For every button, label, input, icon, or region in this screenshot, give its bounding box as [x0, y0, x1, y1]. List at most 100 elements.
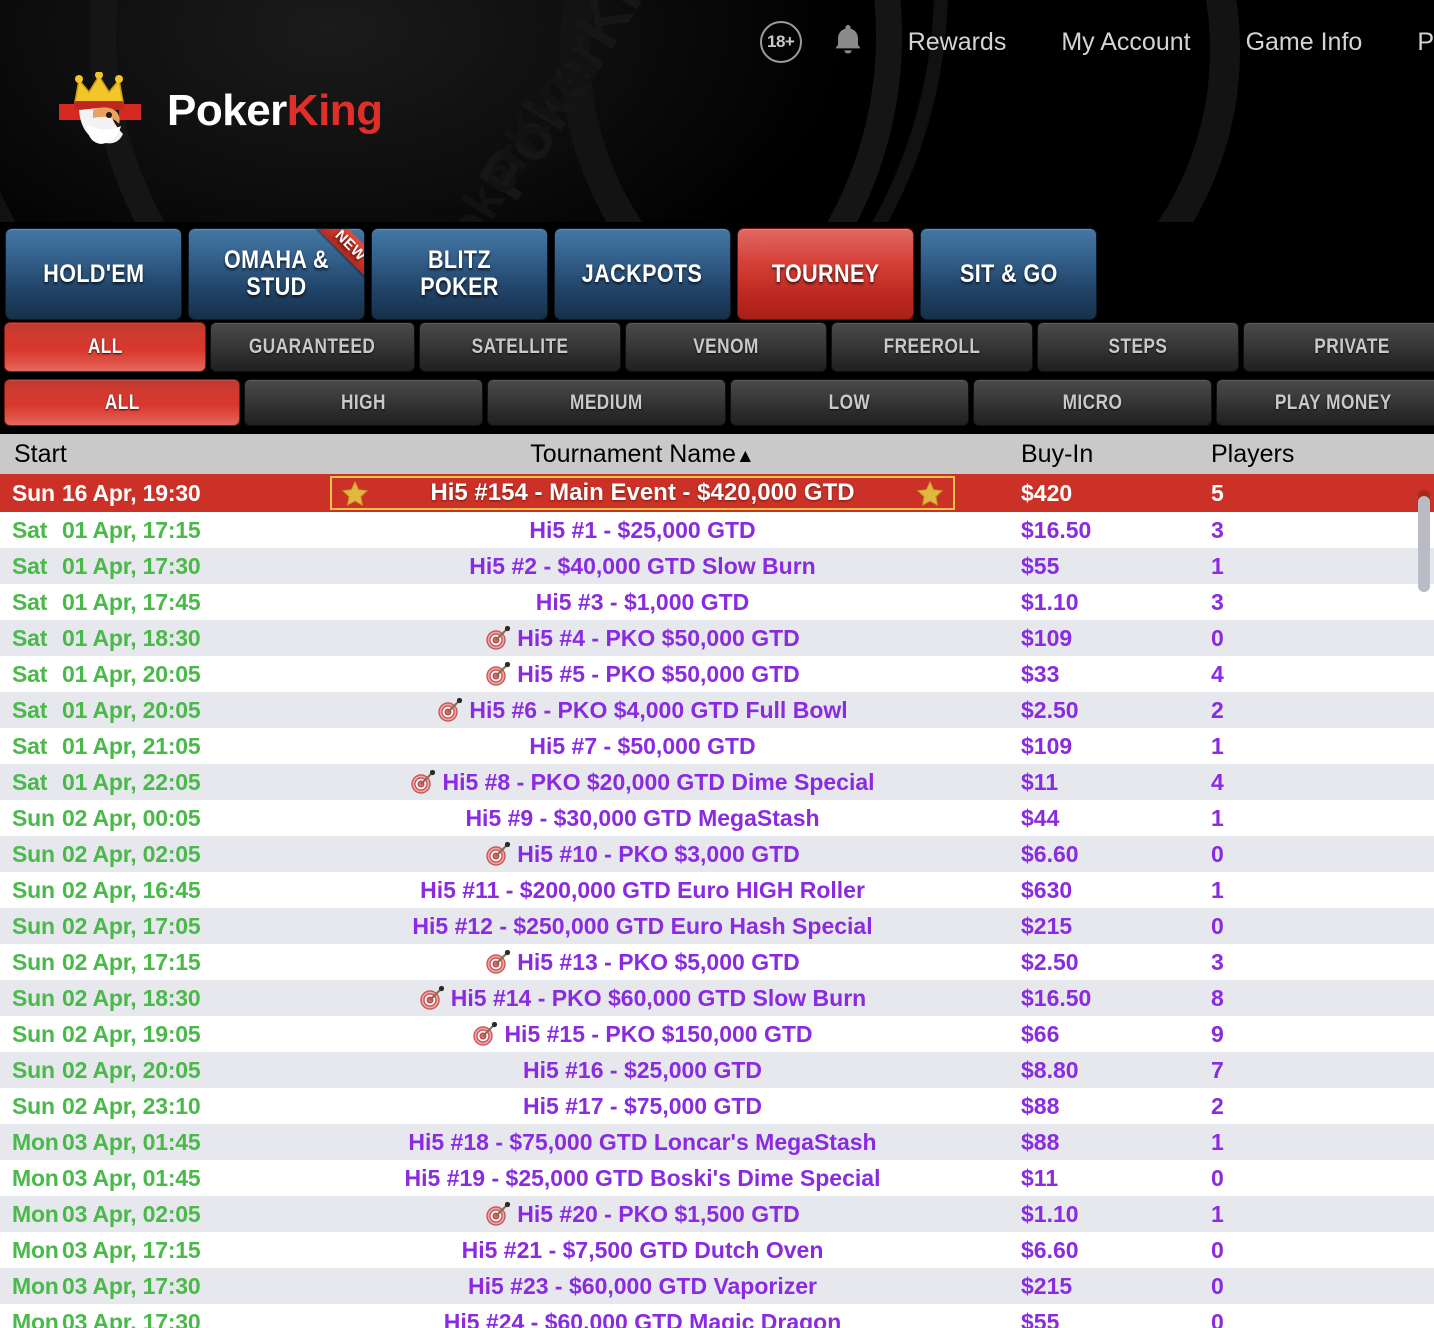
filter-steps[interactable]: STEPS [1037, 322, 1239, 372]
table-row[interactable]: Mon 03 Apr, 01:45 Hi5 #19 - $25,000 GTD Bo… [0, 1160, 1434, 1196]
star-icon [916, 480, 944, 506]
column-header-label: Tournament Name [530, 439, 736, 468]
table-row[interactable]: Sun 02 Apr, 02:05 Hi5 #10 - PKO $3,000 GTD… [0, 836, 1434, 872]
cell-players: 7 [1211, 1056, 1224, 1083]
cell-start: Mon 03 Apr, 02:05 [0, 1201, 280, 1228]
table-row[interactable]: Mon 03 Apr, 17:30 Hi5 #23 - $60,000 GTD Va… [0, 1268, 1434, 1304]
cell-start-date: 02 Apr, 18:30 [62, 984, 201, 1011]
column-header-buyin[interactable]: Buy-In [1005, 440, 1205, 469]
filter-private[interactable]: PRIVATE [1243, 322, 1434, 372]
tournament-name-label: Hi5 #24 - $60,000 GTD Magic Dragon [443, 1308, 842, 1328]
nav-link-my-account[interactable]: My Account [1061, 28, 1190, 57]
cell-tournament-name: Hi5 #3 - $1,000 GTD [280, 589, 1005, 616]
cell-start-day: Sat [12, 768, 48, 795]
filter-all-stakes[interactable]: ALL [4, 379, 240, 426]
cell-buyin: $33 [1021, 660, 1060, 687]
filter-all-types[interactable]: ALL [4, 322, 206, 372]
table-row[interactable]: Mon 03 Apr, 17:30 Hi5 #24 - $60,000 GTD Ma… [0, 1304, 1434, 1328]
bell-icon[interactable] [832, 22, 864, 63]
cell-start-date: 03 Apr, 01:45 [62, 1164, 201, 1191]
tab-sit-and-go[interactable]: SIT & GO [920, 228, 1097, 320]
cell-start: Sun 02 Apr, 20:05 [0, 1057, 280, 1084]
table-row[interactable]: Sun 02 Apr, 23:10 Hi5 #17 - $75,000 GTD $88… [0, 1088, 1434, 1124]
cell-start: Sat 01 Apr, 17:30 [0, 553, 280, 580]
cell-start: Mon 03 Apr, 17:15 [0, 1237, 280, 1264]
table-row[interactable]: Sun 02 Apr, 16:45 Hi5 #11 - $200,000 GTD E… [0, 872, 1434, 908]
scrollbar-thumb[interactable] [1418, 496, 1430, 592]
tab-holdem[interactable]: HOLD'EM [5, 228, 182, 320]
cell-start-date: 02 Apr, 17:15 [62, 948, 201, 975]
table-row[interactable]: Sun 02 Apr, 20:05 Hi5 #16 - $25,000 GTD $8.… [0, 1052, 1434, 1088]
filter-guaranteed[interactable]: GUARANTEED [210, 322, 415, 372]
filter-low[interactable]: LOW [730, 379, 969, 426]
cell-players: 0 [1211, 840, 1224, 867]
table-row[interactable]: Sat 01 Apr, 17:30 Hi5 #2 - $40,000 GTD Slo… [0, 548, 1434, 584]
cell-start-day: Sun [12, 876, 55, 903]
table-row-featured[interactable]: Sun 16 Apr, 19:30 Hi5 #154 - Main Event - … [0, 474, 1434, 512]
table-row[interactable]: Sat 01 Apr, 18:30 Hi5 #4 - PKO $50,000 GTD… [0, 620, 1434, 656]
filter-high[interactable]: HIGH [244, 379, 483, 426]
tournament-name-label: Hi5 #6 - PKO $4,000 GTD Full Bowl [469, 696, 848, 723]
nav-link-rewards[interactable]: Rewards [908, 28, 1007, 57]
filter-freeroll[interactable]: FREEROLL [831, 322, 1033, 372]
table-row[interactable]: Sat 01 Apr, 17:45 Hi5 #3 - $1,000 GTD $1.10… [0, 584, 1434, 620]
cell-tournament-name: Hi5 #9 - $30,000 GTD MegaStash [280, 805, 1005, 832]
cell-tournament-name: Hi5 #1 - $25,000 GTD [280, 517, 1005, 544]
table-row[interactable]: Sun 02 Apr, 19:05 Hi5 #15 - PKO $150,000 G… [0, 1016, 1434, 1052]
tournament-name-label: Hi5 #1 - $25,000 GTD [529, 516, 756, 543]
filter-medium[interactable]: MEDIUM [487, 379, 726, 426]
filter-label: ALL [104, 390, 140, 414]
tournament-name-label: Hi5 #11 - $200,000 GTD Euro HIGH Roller [420, 876, 865, 903]
cell-start: Sun 16 Apr, 19:30 [0, 480, 280, 507]
tournament-name-label: Hi5 #4 - PKO $50,000 GTD [517, 624, 800, 651]
cell-start: Sat 01 Apr, 20:05 [0, 661, 280, 688]
table-row[interactable]: Sun 02 Apr, 17:15 Hi5 #13 - PKO $5,000 GTD… [0, 944, 1434, 980]
table-row[interactable]: Sat 01 Apr, 20:05 Hi5 #5 - PKO $50,000 GTD… [0, 656, 1434, 692]
cell-tournament-name: Hi5 #18 - $75,000 GTD Loncar's MegaStash [280, 1129, 1005, 1156]
filter-micro[interactable]: MICRO [973, 379, 1212, 426]
nav-link-promotions-clipped[interactable]: P [1417, 28, 1434, 57]
tab-tourney[interactable]: TOURNEY [737, 228, 914, 320]
filter-play-money[interactable]: PLAY MONEY [1216, 379, 1434, 426]
cell-start: Sat 01 Apr, 21:05 [0, 733, 280, 760]
table-row[interactable]: Sun 02 Apr, 18:30 Hi5 #14 - PKO $60,000 GT… [0, 980, 1434, 1016]
cell-players: 4 [1211, 768, 1224, 795]
filter-label: LOW [828, 390, 871, 414]
cell-start-date: 02 Apr, 02:05 [62, 840, 201, 867]
table-row[interactable]: Sun 02 Apr, 17:05 Hi5 #12 - $250,000 GTD E… [0, 908, 1434, 944]
table-row[interactable]: Mon 03 Apr, 01:45 Hi5 #18 - $75,000 GTD Lo… [0, 1124, 1434, 1160]
cell-start: Sun 02 Apr, 16:45 [0, 877, 280, 904]
table-row[interactable]: Mon 03 Apr, 02:05 Hi5 #20 - PKO $1,500 GTD… [0, 1196, 1434, 1232]
pokerking-logo[interactable]: PokerKing [57, 71, 383, 146]
tab-jackpots[interactable]: JACKPOTS [554, 228, 731, 320]
table-row[interactable]: Mon 03 Apr, 17:15 Hi5 #21 - $7,500 GTD Dut… [0, 1232, 1434, 1268]
tab-blitz-poker[interactable]: BLITZ POKER [371, 228, 548, 320]
cell-players: 1 [1211, 876, 1224, 903]
featured-tournament-title: Hi5 #154 - Main Event - $420,000 GTD [430, 479, 855, 506]
scrollbar-track[interactable] [1418, 494, 1430, 1326]
cell-start: Sat 01 Apr, 20:05 [0, 697, 280, 724]
cell-players: 0 [1211, 1272, 1224, 1299]
cell-start-date: 02 Apr, 16:45 [62, 876, 201, 903]
cell-start-day: Sun [12, 912, 55, 939]
table-row[interactable]: Sat 01 Apr, 17:15 Hi5 #1 - $25,000 GTD $16.… [0, 512, 1434, 548]
featured-tournament-box[interactable]: Hi5 #154 - Main Event - $420,000 GTD [330, 476, 955, 510]
column-header-tournament-name[interactable]: Tournament Name▲ [280, 440, 1005, 469]
cell-buyin: $88 [1021, 1128, 1060, 1155]
table-row[interactable]: Sat 01 Apr, 22:05 Hi5 #8 - PKO $20,000 GTD… [0, 764, 1434, 800]
nav-link-game-info[interactable]: Game Info [1246, 28, 1363, 57]
tab-omaha-stud[interactable]: OMAHA & STUD NEW [188, 228, 365, 320]
cell-start-date: 01 Apr, 21:05 [62, 732, 201, 759]
table-row[interactable]: Sat 01 Apr, 21:05 Hi5 #7 - $50,000 GTD $109… [0, 728, 1434, 764]
tournament-name-label: Hi5 #10 - PKO $3,000 GTD [517, 840, 800, 867]
cell-start: Sat 01 Apr, 22:05 [0, 769, 280, 796]
column-header-start[interactable]: Start [0, 440, 280, 469]
pko-target-icon [485, 625, 511, 650]
table-row[interactable]: Sun 02 Apr, 00:05 Hi5 #9 - $30,000 GTD Meg… [0, 800, 1434, 836]
column-header-players[interactable]: Players [1205, 440, 1434, 469]
filter-venom[interactable]: VENOM [625, 322, 827, 372]
cell-players: 1 [1211, 732, 1224, 759]
table-row[interactable]: Sat 01 Apr, 20:05 Hi5 #6 - PKO $4,000 GTD … [0, 692, 1434, 728]
filter-satellite[interactable]: SATELLITE [419, 322, 621, 372]
cell-buyin: $109 [1021, 732, 1073, 759]
